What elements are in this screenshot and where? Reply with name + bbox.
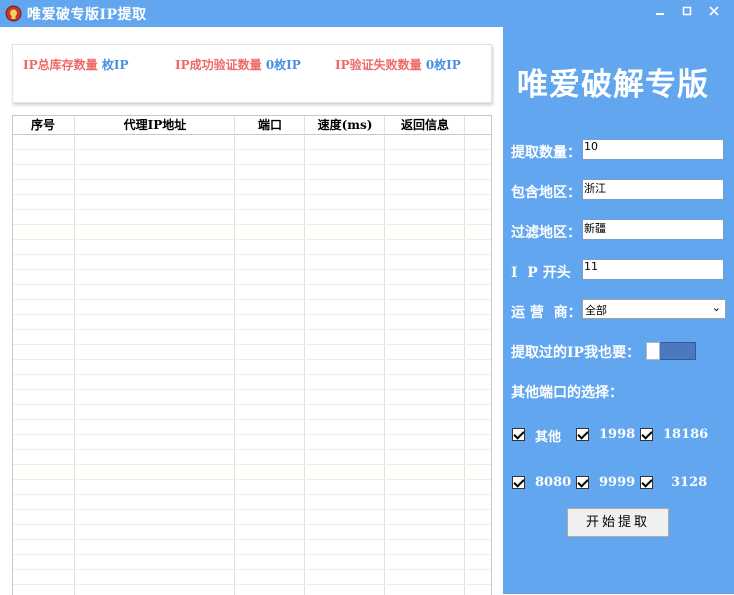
stat-fail: IP验证失败数量 0枚IP bbox=[335, 56, 461, 73]
ip-prefix-input[interactable]: 11 bbox=[582, 259, 724, 280]
table-row-divider bbox=[13, 494, 491, 495]
stat-fail-value: 0枚IP bbox=[425, 58, 461, 72]
table-row-divider bbox=[13, 374, 491, 375]
table-row-divider bbox=[13, 539, 491, 540]
table-row-divider bbox=[13, 359, 491, 360]
stat-success-value: 0枚IP bbox=[265, 58, 301, 72]
port-label-other: 其他 bbox=[535, 430, 562, 445]
column-header-port[interactable]: 端口 bbox=[235, 116, 305, 134]
port-label-3128: 3128 bbox=[671, 475, 708, 490]
window-title: 唯爱破专版IP提取 bbox=[27, 7, 147, 23]
port-label-9999: 9999 bbox=[599, 475, 636, 490]
include-region-value: 浙江 bbox=[584, 182, 606, 195]
table-row-divider bbox=[13, 314, 491, 315]
stat-total: IP总库存数量 枚IP bbox=[23, 56, 128, 73]
stat-fail-label: IP验证失败数量 bbox=[335, 58, 422, 72]
stats-panel: IP总库存数量 枚IP IP成功验证数量 0枚IP IP验证失败数量 0枚IP bbox=[12, 44, 492, 103]
start-extract-button[interactable]: 开始提取 bbox=[567, 508, 669, 537]
minimize-button[interactable] bbox=[650, 3, 670, 23]
settings-panel: 唯爱破解专版 提取数量： 10 包含地区： 浙江 过滤地区： 新疆 I P 开头… bbox=[503, 27, 734, 594]
close-icon bbox=[709, 6, 719, 16]
column-header-speed[interactable]: 速度(ms) bbox=[305, 116, 385, 134]
table-row-divider bbox=[13, 194, 491, 195]
port-checkbox-3128[interactable] bbox=[640, 476, 653, 489]
table-row-divider bbox=[13, 389, 491, 390]
table-row-divider bbox=[13, 269, 491, 270]
port-label-8080: 8080 bbox=[535, 475, 572, 490]
reuse-ip-toggle[interactable] bbox=[646, 342, 696, 360]
table-row-divider bbox=[13, 224, 491, 225]
table-row-divider bbox=[13, 179, 491, 180]
table-row-divider bbox=[13, 284, 491, 285]
table-row-divider bbox=[13, 164, 491, 165]
stat-total-value: 枚IP bbox=[101, 58, 129, 72]
maximize-button[interactable] bbox=[677, 3, 697, 23]
column-header-ip[interactable]: 代理IP地址 bbox=[75, 116, 235, 134]
table-row-divider bbox=[13, 149, 491, 150]
title-bar: 唯爱破专版IP提取 bbox=[0, 0, 734, 27]
table-header: 序号 代理IP地址 端口 速度(ms) 返回信息 bbox=[13, 116, 491, 135]
count-label: 提取数量： bbox=[511, 145, 581, 161]
exclude-region-label: 过滤地区： bbox=[511, 225, 581, 241]
toggle-knob bbox=[646, 342, 660, 360]
ip-prefix-label: I P 开头 bbox=[511, 265, 571, 281]
port-checkbox-9999[interactable] bbox=[576, 476, 589, 489]
table-row-divider bbox=[13, 569, 491, 570]
port-checkbox-8080[interactable] bbox=[512, 476, 525, 489]
table-row-divider bbox=[13, 239, 491, 240]
table-row-divider bbox=[13, 509, 491, 510]
include-region-input[interactable]: 浙江 bbox=[582, 179, 724, 200]
port-label-18186: 18186 bbox=[663, 427, 709, 442]
port-checkbox-1998[interactable] bbox=[576, 428, 589, 441]
port-checkbox-other[interactable] bbox=[512, 428, 525, 441]
ip-prefix-value: 11 bbox=[584, 260, 598, 273]
table-row-divider bbox=[13, 464, 491, 465]
table-row-divider bbox=[13, 209, 491, 210]
close-button[interactable] bbox=[704, 3, 724, 23]
port-checkbox-18186[interactable] bbox=[640, 428, 653, 441]
table-row-divider bbox=[13, 254, 491, 255]
brand-title: 唯爱破解专版 bbox=[517, 67, 709, 103]
table-row-divider bbox=[13, 329, 491, 330]
chevron-down-icon: ⌄ bbox=[711, 301, 721, 314]
exclude-region-value: 新疆 bbox=[584, 222, 606, 235]
ports-label: 其他端口的选择： bbox=[511, 385, 623, 401]
table-row-divider bbox=[13, 584, 491, 585]
table-row-divider bbox=[13, 554, 491, 555]
column-header-info[interactable]: 返回信息 bbox=[385, 116, 465, 134]
table-row-divider bbox=[13, 479, 491, 480]
table-row-divider bbox=[13, 419, 491, 420]
table-row-divider bbox=[13, 299, 491, 300]
minimize-icon bbox=[656, 13, 664, 15]
table-row-divider bbox=[13, 449, 491, 450]
table-row-divider bbox=[13, 404, 491, 405]
stat-total-label: IP总库存数量 bbox=[23, 58, 98, 72]
stat-success: IP成功验证数量 0枚IP bbox=[175, 56, 301, 73]
count-input-value: 10 bbox=[584, 140, 598, 153]
reuse-ip-label: 提取过的IP我也要： bbox=[511, 345, 641, 361]
column-header-index[interactable]: 序号 bbox=[13, 116, 73, 134]
table-row-divider bbox=[13, 524, 491, 525]
app-logo-icon bbox=[5, 5, 22, 22]
exclude-region-input[interactable]: 新疆 bbox=[582, 219, 724, 240]
isp-select[interactable]: 全部 ⌄ bbox=[582, 299, 726, 319]
isp-select-value: 全部 bbox=[585, 304, 607, 317]
ip-result-table[interactable]: 序号 代理IP地址 端口 速度(ms) 返回信息 bbox=[12, 115, 492, 595]
include-region-label: 包含地区： bbox=[511, 185, 581, 201]
isp-label: 运 营 商： bbox=[511, 305, 582, 321]
count-input[interactable]: 10 bbox=[582, 139, 724, 160]
stat-success-label: IP成功验证数量 bbox=[175, 58, 262, 72]
port-label-1998: 1998 bbox=[599, 427, 636, 442]
maximize-icon bbox=[682, 6, 692, 16]
table-row-divider bbox=[13, 434, 491, 435]
table-row-divider bbox=[13, 344, 491, 345]
